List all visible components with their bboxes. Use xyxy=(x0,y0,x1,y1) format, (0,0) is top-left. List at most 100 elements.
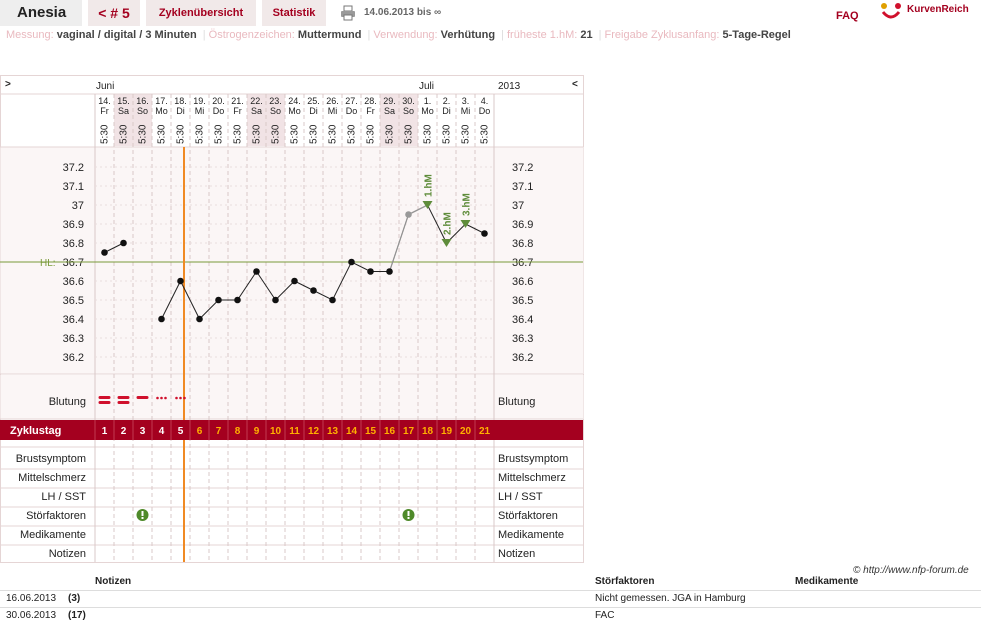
measure-time: 5:30 xyxy=(252,124,263,144)
cycle-day-number: 3 xyxy=(140,426,146,437)
measure-time: 5:30 xyxy=(233,124,244,144)
day-date: 17. xyxy=(155,96,168,106)
day-date: 22. xyxy=(250,96,263,106)
temperature-point[interactable] xyxy=(291,277,298,285)
notes-row: 30.06.2013 (17) FAC xyxy=(0,607,981,624)
measure-time: 5:30 xyxy=(347,124,358,144)
day-date: 24. xyxy=(288,96,301,106)
bleeding-spot-mark xyxy=(183,396,186,400)
day-date: 27. xyxy=(345,96,358,106)
cycle-day-number: 4 xyxy=(159,426,165,437)
temperature-point[interactable] xyxy=(481,230,488,237)
y-tick-left: 36.7 xyxy=(63,257,84,269)
cycle-day-number: 5 xyxy=(178,426,184,437)
y-tick-right: 36.6 xyxy=(512,276,533,288)
year-label: 2013 xyxy=(498,81,521,92)
temperature-point[interactable] xyxy=(348,258,355,266)
month-label: Juni xyxy=(96,81,114,92)
temperature-point[interactable] xyxy=(405,211,412,218)
symptom-row-label: Medikamente xyxy=(20,529,86,541)
cycle-day-number: 16 xyxy=(384,426,396,437)
temperature-point[interactable] xyxy=(253,268,260,275)
measure-time: 5:30 xyxy=(119,124,130,144)
y-tick-left: 36.5 xyxy=(63,295,84,307)
cycle-day-number: 1 xyxy=(102,426,108,437)
symptom-row-label-right: Notizen xyxy=(498,548,535,560)
y-tick-left: 37.1 xyxy=(63,181,84,193)
y-tick-right: 36.3 xyxy=(512,333,533,345)
bleeding-spot-mark xyxy=(175,396,178,400)
disturbance-icon-glyph xyxy=(407,517,410,519)
temperature-chart: > <2013Juni Juli14.Fr5:3015.Sa5:3016.So5:3… xyxy=(0,75,584,563)
bleeding-label-right: Blutung xyxy=(498,396,535,408)
bleeding-spot-mark xyxy=(164,396,167,400)
cycle-day-number: 14 xyxy=(346,426,358,437)
nav-prev-button[interactable]: > xyxy=(5,79,11,90)
day-date: 4. xyxy=(481,96,489,106)
day-weekday: Sa xyxy=(384,106,395,116)
measure-time: 5:30 xyxy=(461,124,472,144)
day-date: 29. xyxy=(383,96,396,106)
cycle-day-number: 17 xyxy=(403,426,415,437)
day-weekday: Fr xyxy=(233,106,242,116)
bleeding-heavy-mark xyxy=(98,401,111,404)
temperature-point[interactable] xyxy=(177,277,184,285)
temperature-point[interactable] xyxy=(215,296,222,304)
day-date: 23. xyxy=(269,96,282,106)
measure-time: 5:30 xyxy=(309,124,320,144)
day-date: 30. xyxy=(402,96,415,106)
temperature-point[interactable] xyxy=(101,249,108,256)
temperature-point[interactable] xyxy=(196,315,203,323)
cycle-day-number: 13 xyxy=(327,426,339,437)
cycle-day-number: 10 xyxy=(270,426,282,437)
cycle-day-label: Zyklustag xyxy=(10,425,61,437)
disturbance-icon-glyph xyxy=(141,517,144,519)
temperature-point[interactable] xyxy=(310,287,317,294)
measure-time: 5:30 xyxy=(214,124,225,144)
day-date: 28. xyxy=(364,96,377,106)
note-disturbance: FAC xyxy=(595,610,615,621)
temperature-point[interactable] xyxy=(329,296,336,304)
day-date: 1. xyxy=(424,96,432,106)
measure-time: 5:30 xyxy=(366,124,377,144)
day-weekday: Do xyxy=(346,106,358,116)
y-tick-left: 37 xyxy=(72,200,84,212)
y-tick-right: 37.2 xyxy=(512,162,533,174)
cycle-day-number: 18 xyxy=(422,426,434,437)
measure-time: 5:30 xyxy=(480,124,491,144)
y-tick-right: 36.8 xyxy=(512,238,533,250)
day-weekday: Do xyxy=(479,106,491,116)
symptom-row-label-right: LH / SST xyxy=(498,491,543,503)
note-cycle-day: (17) xyxy=(68,610,86,621)
temperature-point[interactable] xyxy=(158,315,165,323)
day-weekday: Sa xyxy=(118,106,129,116)
day-weekday: Di xyxy=(309,106,318,116)
y-tick-right: 37 xyxy=(512,200,524,212)
day-date: 20. xyxy=(212,96,225,106)
cycle-day-number: 19 xyxy=(441,426,453,437)
temperature-point[interactable] xyxy=(386,268,393,275)
y-tick-right: 36.2 xyxy=(512,352,533,364)
note-date: 16.06.2013 xyxy=(6,593,57,604)
temperature-point[interactable] xyxy=(234,296,241,304)
day-weekday: Di xyxy=(176,106,185,116)
temperature-point[interactable] xyxy=(367,268,374,275)
nav-next-button[interactable]: < xyxy=(572,79,578,90)
day-date: 15. xyxy=(117,96,130,106)
disturbance-icon-glyph xyxy=(407,511,410,516)
cycle-day-number: 9 xyxy=(254,426,260,437)
day-date: 14. xyxy=(98,96,111,106)
day-date: 26. xyxy=(326,96,339,106)
day-weekday: Di xyxy=(442,106,451,116)
temperature-point[interactable] xyxy=(120,239,127,247)
temperature-point[interactable] xyxy=(272,296,279,304)
symptom-row-label-right: Brustsymptom xyxy=(498,453,568,465)
y-tick-left: 36.6 xyxy=(63,276,84,288)
measure-time: 5:30 xyxy=(385,124,396,144)
cycle-day-number: 21 xyxy=(479,426,491,437)
y-tick-left: 36.2 xyxy=(63,352,84,364)
disturbance-icon-glyph xyxy=(141,511,144,516)
day-date: 25. xyxy=(307,96,320,106)
bleeding-spot-mark xyxy=(179,396,182,400)
y-tick-left: 36.4 xyxy=(63,314,84,326)
